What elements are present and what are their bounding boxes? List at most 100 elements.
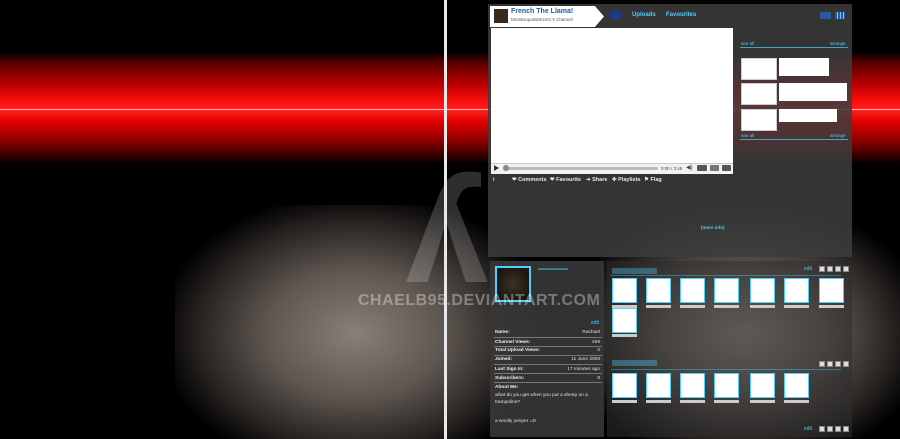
video-caption: [646, 400, 671, 403]
video-thumb[interactable]: [750, 373, 775, 398]
tab-favourites[interactable]: Favourites: [666, 12, 696, 18]
video-caption: [646, 305, 671, 308]
grid-view-icon[interactable]: [835, 12, 845, 19]
watermark-text: CHAELB95.DEVIANTART.COM: [358, 292, 601, 309]
page-button[interactable]: [835, 266, 841, 272]
video-thumb[interactable]: [750, 278, 775, 303]
video-thumb[interactable]: [646, 373, 671, 398]
video-caption: [680, 400, 705, 403]
page-button[interactable]: [819, 361, 825, 367]
playlist-title-1[interactable]: [779, 58, 829, 76]
widescreen-icon[interactable]: [710, 165, 719, 171]
video-thumb[interactable]: [784, 278, 809, 303]
video-caption: [714, 305, 739, 308]
seek-handle[interactable]: [503, 165, 509, 171]
video-thumb[interactable]: [680, 373, 705, 398]
screen: French The Llama! MUSEequalsMUSIC's Chan…: [0, 0, 900, 439]
channel-subtitle: MUSEequalsMUSIC's Channel: [511, 17, 573, 22]
videos-edit-link-top[interactable]: edit: [804, 266, 812, 272]
hq-button[interactable]: [697, 165, 707, 171]
playlist-title-3[interactable]: [779, 109, 837, 122]
info-label: Total Upload Views:: [495, 348, 541, 353]
video-caption: [612, 334, 637, 337]
see-all-link-2[interactable]: see all: [741, 133, 754, 138]
page-button[interactable]: [827, 426, 833, 432]
page-button[interactable]: [843, 361, 849, 367]
about-me-punchline: a woolly jumper =D: [495, 419, 536, 424]
share-button[interactable]: ➜ Share: [586, 177, 607, 183]
channel-title[interactable]: French The Llama!: [511, 8, 573, 15]
page-button[interactable]: [819, 266, 825, 272]
arrange-link-2[interactable]: arrange: [830, 133, 846, 138]
video-thumb[interactable]: [714, 373, 739, 398]
video-caption: [612, 400, 637, 403]
profile-username: ▬▬▬▬▬: [538, 266, 568, 272]
video-thumb[interactable]: [612, 373, 637, 398]
divider-line: [611, 275, 841, 276]
see-all-link-1[interactable]: see all: [741, 41, 754, 46]
info-value: 0: [597, 348, 600, 353]
fullscreen-icon[interactable]: [722, 165, 731, 171]
image-divider: [444, 0, 447, 439]
divider-line: [740, 139, 848, 140]
tab-uploads[interactable]: Uploads: [632, 12, 656, 18]
flag-button[interactable]: ⚑ Flag: [644, 177, 662, 183]
video-thumb[interactable]: [612, 308, 637, 333]
page-button[interactable]: [843, 426, 849, 432]
info-label: Channel Views:: [495, 340, 531, 345]
page-button[interactable]: [835, 361, 841, 367]
playlist-thumb-2[interactable]: [741, 83, 777, 105]
info-label: Subscribers:: [495, 376, 525, 381]
favourite-button[interactable]: ❤ Favourite: [550, 177, 581, 183]
video-thumb[interactable]: [819, 278, 844, 303]
video-caption: [714, 400, 739, 403]
video-caption: [784, 400, 809, 403]
arrange-link-1[interactable]: arrange: [830, 41, 846, 46]
more-info-link[interactable]: (more info): [701, 225, 725, 230]
page-button[interactable]: [827, 266, 833, 272]
page-button[interactable]: [843, 266, 849, 272]
home-nav-icon[interactable]: [610, 11, 622, 19]
info-label: Last Sign In:: [495, 367, 524, 372]
info-value: 459: [591, 340, 600, 345]
about-me-label: About Me:: [495, 385, 519, 390]
profile-edit-link[interactable]: edit: [591, 320, 599, 326]
info-label: Joined:: [495, 357, 513, 362]
video-caption: [750, 305, 775, 308]
deviantart-watermark-logo: ʎ: [405, 146, 489, 314]
playlist-thumb-3[interactable]: [741, 109, 777, 131]
playlist-title-2[interactable]: [779, 83, 847, 101]
comments-label: Comments: [518, 177, 547, 183]
about-me-text: what do you get when you put a sheep on …: [495, 393, 588, 405]
video-thumb[interactable]: [714, 278, 739, 303]
page-button[interactable]: [827, 361, 833, 367]
list-view-icon[interactable]: [820, 12, 831, 19]
flag-label: Flag: [650, 177, 662, 183]
page-button[interactable]: [819, 426, 825, 432]
divider-line: [611, 369, 841, 370]
video-player[interactable]: [491, 28, 733, 163]
section-header: [612, 360, 657, 366]
section-header: [612, 268, 657, 274]
comments-button[interactable]: ❤ Comments: [512, 177, 547, 183]
share-label: Share: [592, 177, 608, 183]
video-thumb[interactable]: [646, 278, 671, 303]
video-thumb[interactable]: [784, 373, 809, 398]
playlist-thumb-1[interactable]: [741, 58, 777, 80]
info-value: 11 June 2009: [571, 357, 600, 362]
time-display: 0:00 / 3:45: [661, 166, 683, 171]
info-value: 17 minutes ago: [567, 367, 600, 372]
info-label: Name:: [495, 330, 510, 335]
seek-bar[interactable]: [503, 167, 658, 170]
page-button[interactable]: [835, 426, 841, 432]
playlists-button[interactable]: ✚ Playlists: [612, 177, 640, 183]
info-value: 9: [597, 376, 600, 381]
playlists-label: Playlists: [618, 177, 641, 183]
channel-avatar[interactable]: [494, 9, 508, 23]
videos-edit-link-bottom[interactable]: edit: [804, 426, 812, 432]
volume-icon[interactable]: ◀): [686, 165, 694, 171]
video-thumb[interactable]: [612, 278, 637, 303]
video-caption: [819, 305, 844, 308]
video-thumb[interactable]: [680, 278, 705, 303]
video-caption: [784, 305, 809, 308]
